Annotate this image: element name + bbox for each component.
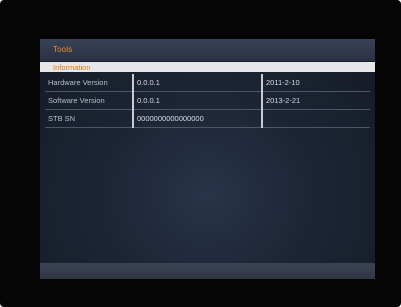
info-value-software: 0.0.0.1 (132, 91, 262, 110)
info-label-hardware: Hardware Version (45, 74, 133, 92)
menu-title: Tools (53, 45, 73, 54)
info-label-software: Software Version (45, 91, 133, 110)
table-row: Software Version 0.0.0.1 2013-2-21 (45, 91, 370, 110)
section-label: Information (53, 63, 91, 72)
info-date-hardware: 2011-2-10 (261, 74, 370, 92)
bottom-bar (40, 263, 375, 279)
info-date-software: 2013-2-21 (261, 91, 370, 110)
osd-menu-window: Tools Information Hardware Version 0.0.0… (40, 39, 375, 279)
info-date-stb-sn (261, 109, 370, 128)
table-row: STB SN 0000000000000000 (45, 109, 370, 128)
title-bar (40, 39, 375, 61)
tv-screen: Tools Information Hardware Version 0.0.0… (0, 0, 401, 307)
info-label-stb-sn: STB SN (45, 109, 133, 128)
info-table: Hardware Version 0.0.0.1 2011-2-10 Softw… (45, 74, 370, 128)
table-row: Hardware Version 0.0.0.1 2011-2-10 (45, 74, 370, 92)
info-value-hardware: 0.0.0.1 (132, 74, 262, 92)
info-value-stb-sn: 0000000000000000 (132, 109, 262, 128)
